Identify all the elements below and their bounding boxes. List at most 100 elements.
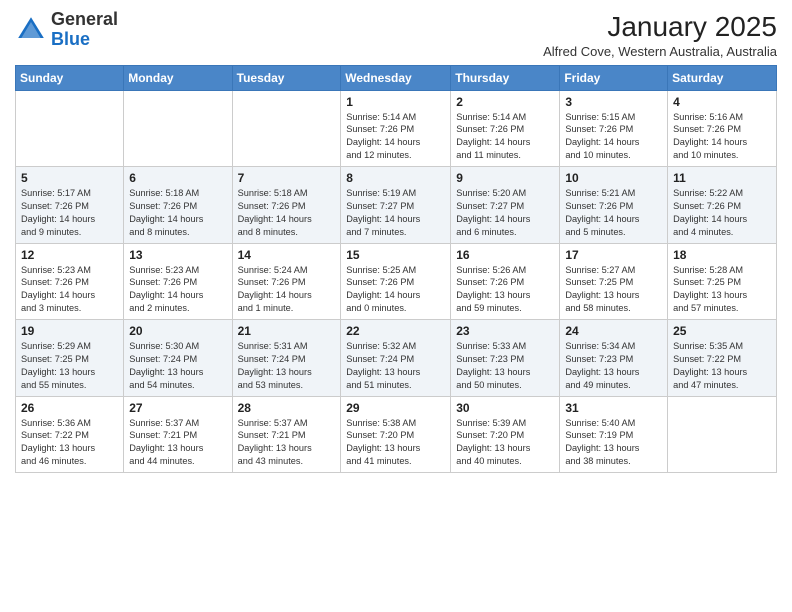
title-block: January 2025 Alfred Cove, Western Austra… xyxy=(543,10,777,59)
logo-icon xyxy=(15,14,47,46)
day-number: 9 xyxy=(456,171,554,185)
calendar-week-row: 19 Sunrise: 5:29 AM Sunset: 7:25 PM Dayli… xyxy=(16,320,777,397)
calendar-cell: 24Sunrise: 5:34 AM Sunset: 7:23 PM Dayli… xyxy=(560,320,668,397)
calendar-cell: 22Sunrise: 5:32 AM Sunset: 7:24 PM Dayli… xyxy=(341,320,451,397)
calendar-cell: 3 Sunrise: 5:15 AM Sunset: 7:26 PM Daylig… xyxy=(560,90,668,167)
day-number: 7 xyxy=(238,171,336,185)
calendar-week-row: 5 Sunrise: 5:17 AM Sunset: 7:26 PM Daylig… xyxy=(16,167,777,244)
header: General Blue January 2025 Alfred Cove, W… xyxy=(15,10,777,59)
day-number: 21 xyxy=(238,324,336,338)
logo-general: General xyxy=(51,9,118,29)
day-number: 5 xyxy=(21,171,118,185)
day-info: Sunrise: 5:18 AM Sunset: 7:26 PM Dayligh… xyxy=(238,187,336,239)
day-info: Sunrise: 5:28 AM Sunset: 7:25 PM Dayligh… xyxy=(673,264,771,316)
calendar-cell xyxy=(232,90,341,167)
calendar-week-row: 1 Sunrise: 5:14 AM Sunset: 7:26 PM Daylig… xyxy=(16,90,777,167)
day-number: 27 xyxy=(129,401,226,415)
location: Alfred Cove, Western Australia, Australi… xyxy=(543,44,777,59)
weekday-header: Monday xyxy=(124,65,232,90)
day-info: Sunrise: 5:25 AM Sunset: 7:26 PM Dayligh… xyxy=(346,264,445,316)
day-info: Sunrise: 5:37 AM Sunset: 7:21 PM Dayligh… xyxy=(129,417,226,469)
day-number: 16 xyxy=(456,248,554,262)
day-info: Sunrise: 5:40 AM Sunset: 7:19 PM Dayligh… xyxy=(565,417,662,469)
day-number: 8 xyxy=(346,171,445,185)
calendar-cell: 15 Sunrise: 5:25 AM Sunset: 7:26 PM Dayli… xyxy=(341,243,451,320)
day-number: 10 xyxy=(565,171,662,185)
day-info: Sunrise: 5:30 AM Sunset: 7:24 PM Dayligh… xyxy=(129,340,226,392)
day-info: Sunrise: 5:36 AM Sunset: 7:22 PM Dayligh… xyxy=(21,417,118,469)
calendar-table: SundayMondayTuesdayWednesdayThursdayFrid… xyxy=(15,65,777,474)
calendar-cell: 14Sunrise: 5:24 AM Sunset: 7:26 PM Dayli… xyxy=(232,243,341,320)
day-info: Sunrise: 5:20 AM Sunset: 7:27 PM Dayligh… xyxy=(456,187,554,239)
calendar-cell: 12Sunrise: 5:23 AM Sunset: 7:26 PM Dayli… xyxy=(16,243,124,320)
logo: General Blue xyxy=(15,10,118,50)
day-number: 11 xyxy=(673,171,771,185)
weekday-header: Sunday xyxy=(16,65,124,90)
month-year: January 2025 xyxy=(543,10,777,44)
day-info: Sunrise: 5:24 AM Sunset: 7:26 PM Dayligh… xyxy=(238,264,336,316)
weekday-header: Tuesday xyxy=(232,65,341,90)
day-number: 29 xyxy=(346,401,445,415)
day-info: Sunrise: 5:29 AM Sunset: 7:25 PM Dayligh… xyxy=(21,340,118,392)
day-info: Sunrise: 5:27 AM Sunset: 7:25 PM Dayligh… xyxy=(565,264,662,316)
calendar-cell: 29 Sunrise: 5:38 AM Sunset: 7:20 PM Dayli… xyxy=(341,396,451,473)
calendar-cell: 5 Sunrise: 5:17 AM Sunset: 7:26 PM Daylig… xyxy=(16,167,124,244)
day-number: 31 xyxy=(565,401,662,415)
calendar-cell: 30Sunrise: 5:39 AM Sunset: 7:20 PM Dayli… xyxy=(451,396,560,473)
day-number: 19 xyxy=(21,324,118,338)
day-info: Sunrise: 5:38 AM Sunset: 7:20 PM Dayligh… xyxy=(346,417,445,469)
calendar-cell: 28Sunrise: 5:37 AM Sunset: 7:21 PM Dayli… xyxy=(232,396,341,473)
day-number: 28 xyxy=(238,401,336,415)
weekday-header: Saturday xyxy=(668,65,777,90)
day-number: 24 xyxy=(565,324,662,338)
calendar-cell xyxy=(124,90,232,167)
day-number: 15 xyxy=(346,248,445,262)
day-number: 3 xyxy=(565,95,662,109)
calendar-cell: 10 Sunrise: 5:21 AM Sunset: 7:26 PM Dayli… xyxy=(560,167,668,244)
day-info: Sunrise: 5:18 AM Sunset: 7:26 PM Dayligh… xyxy=(129,187,226,239)
weekday-header-row: SundayMondayTuesdayWednesdayThursdayFrid… xyxy=(16,65,777,90)
calendar-cell: 23 Sunrise: 5:33 AM Sunset: 7:23 PM Dayli… xyxy=(451,320,560,397)
day-info: Sunrise: 5:31 AM Sunset: 7:24 PM Dayligh… xyxy=(238,340,336,392)
day-info: Sunrise: 5:22 AM Sunset: 7:26 PM Dayligh… xyxy=(673,187,771,239)
day-info: Sunrise: 5:15 AM Sunset: 7:26 PM Dayligh… xyxy=(565,111,662,163)
calendar-cell xyxy=(16,90,124,167)
calendar-week-row: 12Sunrise: 5:23 AM Sunset: 7:26 PM Dayli… xyxy=(16,243,777,320)
day-number: 6 xyxy=(129,171,226,185)
day-number: 26 xyxy=(21,401,118,415)
day-number: 1 xyxy=(346,95,445,109)
calendar-week-row: 26 Sunrise: 5:36 AM Sunset: 7:22 PM Dayli… xyxy=(16,396,777,473)
calendar-cell: 18 Sunrise: 5:28 AM Sunset: 7:25 PM Dayli… xyxy=(668,243,777,320)
day-number: 13 xyxy=(129,248,226,262)
day-info: Sunrise: 5:23 AM Sunset: 7:26 PM Dayligh… xyxy=(129,264,226,316)
calendar-cell: 2 Sunrise: 5:14 AM Sunset: 7:26 PM Daylig… xyxy=(451,90,560,167)
day-info: Sunrise: 5:16 AM Sunset: 7:26 PM Dayligh… xyxy=(673,111,771,163)
day-number: 30 xyxy=(456,401,554,415)
calendar-cell: 4 Sunrise: 5:16 AM Sunset: 7:26 PM Daylig… xyxy=(668,90,777,167)
day-number: 18 xyxy=(673,248,771,262)
day-info: Sunrise: 5:35 AM Sunset: 7:22 PM Dayligh… xyxy=(673,340,771,392)
logo-blue: Blue xyxy=(51,29,90,49)
calendar-cell: 7 Sunrise: 5:18 AM Sunset: 7:26 PM Daylig… xyxy=(232,167,341,244)
day-info: Sunrise: 5:32 AM Sunset: 7:24 PM Dayligh… xyxy=(346,340,445,392)
logo-text: General Blue xyxy=(51,10,118,50)
page: General Blue January 2025 Alfred Cove, W… xyxy=(0,0,792,612)
day-info: Sunrise: 5:33 AM Sunset: 7:23 PM Dayligh… xyxy=(456,340,554,392)
calendar-cell: 1Sunrise: 5:14 AM Sunset: 7:26 PM Daylig… xyxy=(341,90,451,167)
calendar-cell: 31 Sunrise: 5:40 AM Sunset: 7:19 PM Dayli… xyxy=(560,396,668,473)
calendar-cell xyxy=(668,396,777,473)
day-info: Sunrise: 5:19 AM Sunset: 7:27 PM Dayligh… xyxy=(346,187,445,239)
day-number: 23 xyxy=(456,324,554,338)
day-number: 4 xyxy=(673,95,771,109)
day-info: Sunrise: 5:17 AM Sunset: 7:26 PM Dayligh… xyxy=(21,187,118,239)
weekday-header: Wednesday xyxy=(341,65,451,90)
day-info: Sunrise: 5:21 AM Sunset: 7:26 PM Dayligh… xyxy=(565,187,662,239)
day-number: 17 xyxy=(565,248,662,262)
calendar-cell: 19 Sunrise: 5:29 AM Sunset: 7:25 PM Dayli… xyxy=(16,320,124,397)
calendar-cell: 9 Sunrise: 5:20 AM Sunset: 7:27 PM Daylig… xyxy=(451,167,560,244)
day-info: Sunrise: 5:14 AM Sunset: 7:26 PM Dayligh… xyxy=(456,111,554,163)
calendar-cell: 25 Sunrise: 5:35 AM Sunset: 7:22 PM Dayli… xyxy=(668,320,777,397)
day-number: 25 xyxy=(673,324,771,338)
calendar-cell: 20Sunrise: 5:30 AM Sunset: 7:24 PM Dayli… xyxy=(124,320,232,397)
day-number: 2 xyxy=(456,95,554,109)
